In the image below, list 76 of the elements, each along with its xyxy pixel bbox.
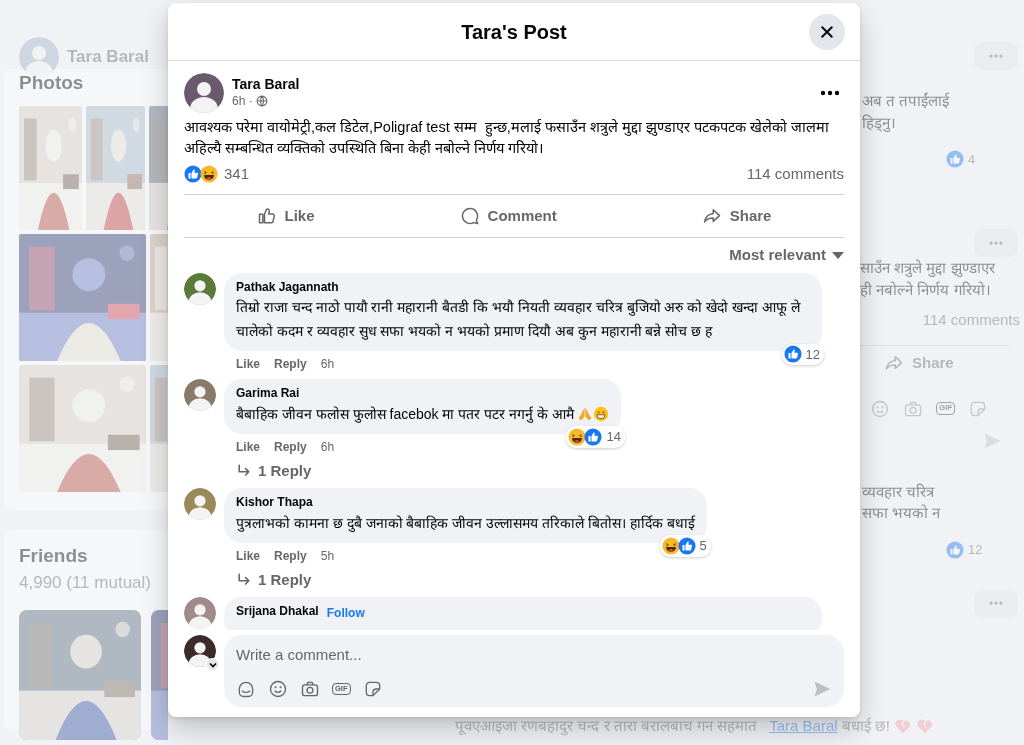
view-replies-button[interactable]: 1 Reply <box>236 459 312 483</box>
sort-dropdown[interactable]: Most relevant <box>729 244 844 267</box>
avatar <box>184 272 216 305</box>
broken-heart-icon <box>893 716 912 735</box>
close-button[interactable] <box>809 14 845 50</box>
reply-link[interactable]: Reply <box>274 355 307 374</box>
comment-author[interactable]: Pathak Jagannath <box>236 279 810 296</box>
post-text-fragment: साउँन शत्रुले मुद्दा झुण्डाएर <box>860 258 997 279</box>
folded-hands-icon <box>576 405 593 422</box>
more-icon <box>989 53 1003 59</box>
avatar <box>184 635 216 667</box>
like-reaction-icon <box>946 150 964 169</box>
like-link[interactable]: Like <box>236 546 260 565</box>
comment-author[interactable]: Srijana Dhakal <box>236 604 319 623</box>
follow-button[interactable]: Follow <box>326 604 365 623</box>
camera-icon[interactable] <box>300 679 320 699</box>
like-button[interactable]: Like <box>226 198 345 234</box>
like-icon <box>256 205 277 226</box>
section-title: Friends <box>19 543 89 568</box>
avatar <box>19 37 59 77</box>
comment-author[interactable]: Garima Rai <box>236 386 609 402</box>
sticker-face-icon[interactable] <box>236 679 256 699</box>
post-text-fragment: ही नबोल्ने निर्णय गरियो। <box>860 279 992 300</box>
like-link[interactable]: Like <box>236 355 260 374</box>
post-author[interactable]: Tara Baral <box>232 75 808 93</box>
grinning-emoji-icon <box>592 405 609 422</box>
reaction-count: 12 <box>968 541 983 559</box>
reaction-count: 5 <box>699 537 707 556</box>
comment-text: बैबाहिक जीवन फलोस फुलोस facebok मा पतर पटर नगर्नु के आमै <box>236 405 574 422</box>
like-link[interactable]: Like <box>236 437 260 456</box>
send-icon[interactable] <box>812 679 832 699</box>
comment-text-fragment: सफा भयको न <box>862 503 942 524</box>
close-icon <box>819 24 835 40</box>
reply-link[interactable]: Reply <box>274 437 307 456</box>
like-reaction-icon <box>946 540 964 559</box>
reaction-count: 12 <box>805 345 820 364</box>
avatar <box>184 379 216 412</box>
caret-icon <box>832 251 844 259</box>
comment-time: 5h <box>320 547 335 565</box>
more-icon <box>820 90 840 96</box>
reply-link[interactable]: Reply <box>274 546 307 565</box>
friends-count: 4,990 (11 mutual) <box>19 572 152 594</box>
share-button[interactable]: Share <box>671 198 802 234</box>
comment-time: 6h <box>320 356 335 374</box>
avatar <box>184 597 216 630</box>
laughing-emoji-icon <box>568 427 587 446</box>
comment-author[interactable]: Kishor Thapa <box>236 495 695 511</box>
dialog-title: Tara's Post <box>461 19 567 45</box>
like-reaction-icon <box>184 165 202 184</box>
more-icon <box>989 601 1003 606</box>
post-time[interactable]: 6h · <box>232 92 253 111</box>
comments-count[interactable]: 114 comments <box>746 163 844 186</box>
comment-text-fragment: अब त तपाईंलाई <box>862 91 951 111</box>
laughing-emoji-icon <box>200 165 218 184</box>
comment-text-fragment: व्यवहार चरित्र <box>862 481 936 502</box>
avatar <box>184 488 216 521</box>
globe-icon <box>255 95 268 108</box>
comment-time: 6h <box>320 438 335 456</box>
avatar <box>184 73 224 113</box>
broken-heart-icon <box>915 716 934 735</box>
comment-text: बधाई छ! <box>841 715 890 736</box>
comment-text: तिम्रो राजा चन्द नाठो पायौ रानी महारानी बैतडी कि भयौ नियती व्यवहार चरित्र बुजियो अरु को खेदो खन्दा आफू ले चालेको कदम र व्यवहार सुध सफा भयको न भयको प्रमाण दियौ अब कुन महारानी बन्ने सोच छ ह <box>236 299 800 340</box>
more-icon <box>989 240 1003 246</box>
section-title: Photos <box>19 71 85 95</box>
comment-icon <box>459 205 480 226</box>
view-replies-button[interactable]: 1 Reply <box>236 568 312 592</box>
reaction-count[interactable]: 341 <box>224 163 250 186</box>
comment-text: पुत्रलाभको कामना छ दुबै जनाको बैबाहिक जीवन उल्लासमय तरिकाले बितोस। हार्दिक बधाई <box>236 514 695 531</box>
emoji-icon[interactable] <box>268 679 288 699</box>
comment-text-fragment: हिड्नु। <box>862 112 897 134</box>
reaction-count: 14 <box>606 428 621 447</box>
reply-arrow-icon <box>236 462 252 479</box>
laughing-emoji-icon <box>661 537 680 556</box>
post-text: आवश्यक परेमा वायोमेट्री,कल डिटेल,Poligraf test सम्म हुन्छ,मलाई फसाउँन शत्रुले मुद्दा झुण्डाएर पटकपटक खेलेको जालमा अहिल्यै सम्बन्धित व्यक्तिको उपस्थिति बिना केही नबोल्ने निर्णय गरियो। <box>184 118 831 158</box>
comment-button[interactable]: Comment <box>429 198 587 234</box>
reaction-count: 4 <box>968 150 976 169</box>
